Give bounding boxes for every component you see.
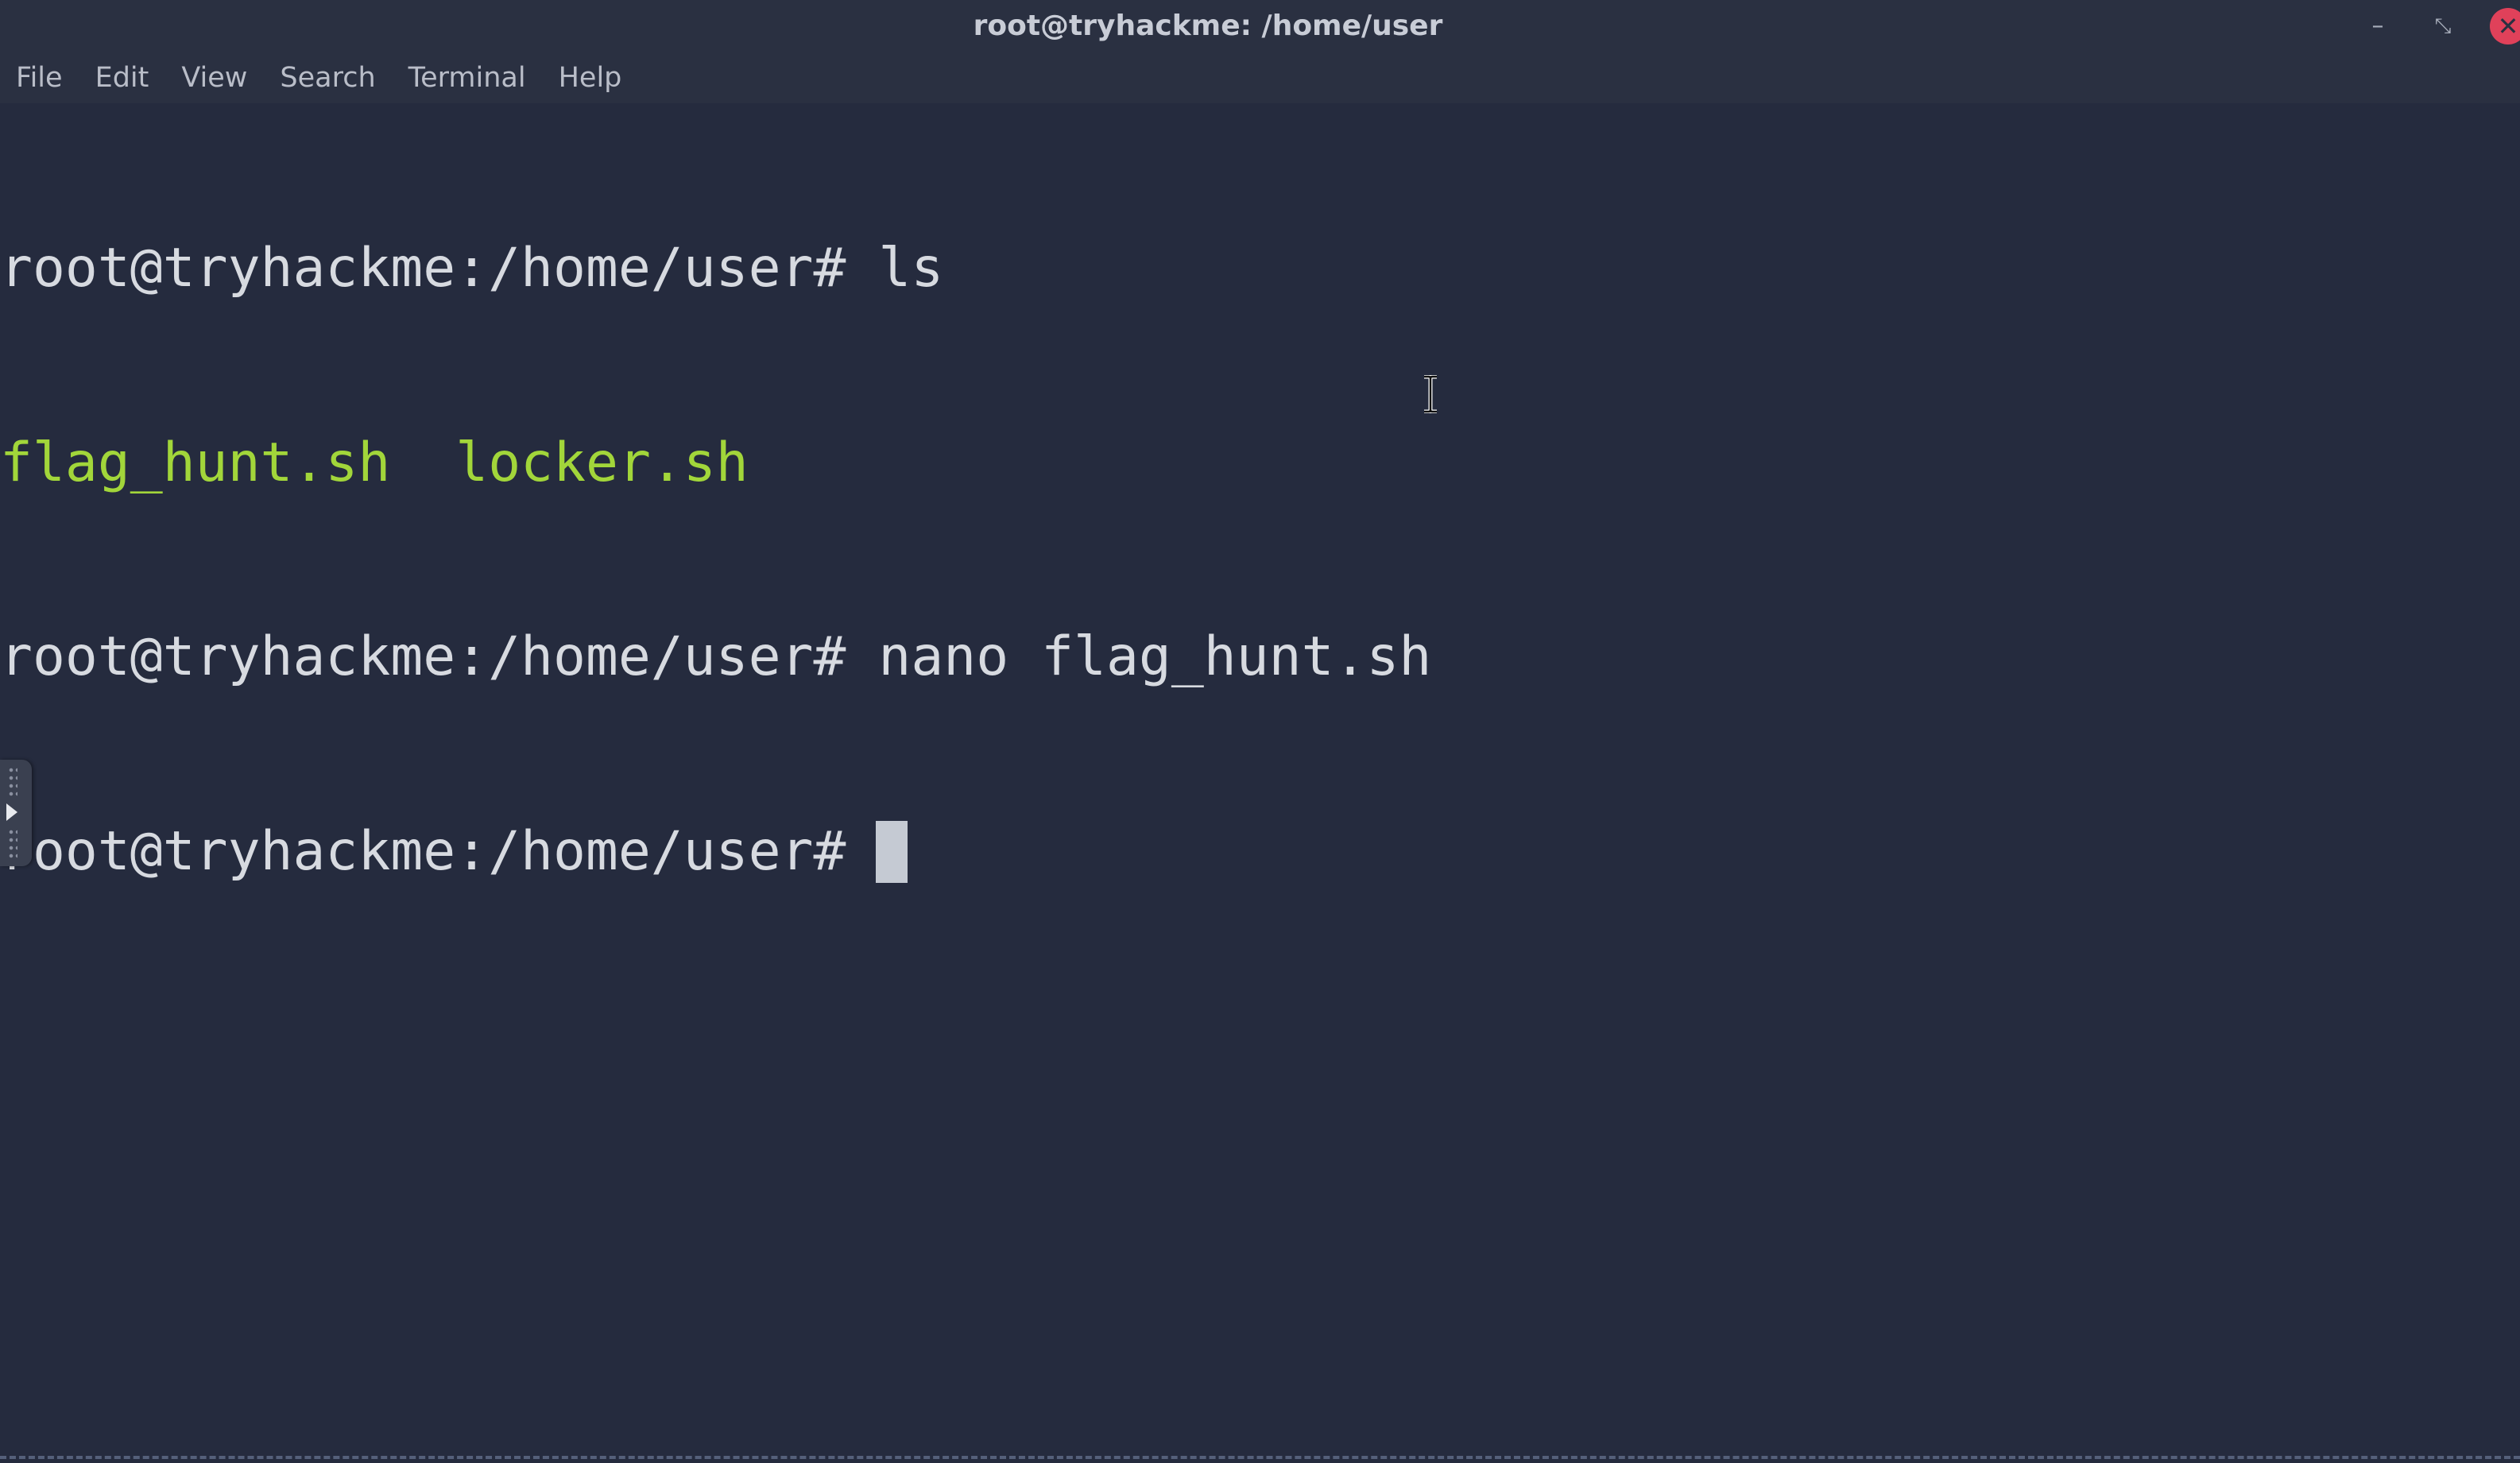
window-title: root@tryhackme: /home/user — [973, 10, 1443, 42]
text-ibeam-cursor-icon — [1424, 375, 1437, 413]
minimize-button[interactable]: – — [2356, 6, 2399, 46]
window-header: root@tryhackme: /home/user – ⤡ ✕ File Ed… — [0, 0, 2520, 103]
text-cursor — [876, 820, 908, 883]
menu-bar: File Edit View Search Terminal Help — [0, 56, 654, 100]
menu-search[interactable]: Search — [280, 56, 375, 100]
menu-view[interactable]: View — [181, 56, 247, 100]
terminal-line: root@tryhackme:/home/user# — [0, 819, 2520, 884]
expand-panel-arrow-icon — [6, 803, 17, 821]
shell-prompt: root@tryhackme:/home/user# — [0, 625, 846, 688]
maximize-button[interactable]: ⤡ — [2421, 6, 2464, 46]
menu-terminal[interactable]: Terminal — [408, 56, 526, 100]
terminal-line: flag_hunt.sh locker.sh — [0, 431, 2520, 496]
menu-edit[interactable]: Edit — [95, 56, 149, 100]
shell-command: nano flag_hunt.sh — [846, 625, 1432, 688]
file-entry: locker.sh — [455, 431, 749, 494]
menu-file[interactable]: File — [16, 56, 63, 100]
grip-dots-icon — [8, 766, 17, 798]
grip-dots-icon — [8, 828, 17, 860]
title-bar[interactable]: root@tryhackme: /home/user – ⤡ ✕ — [0, 0, 2520, 56]
close-button[interactable]: ✕ — [2490, 8, 2520, 45]
file-entry: flag_hunt.sh — [0, 431, 391, 494]
terminal-output[interactable]: root@tryhackme:/home/user# ls flag_hunt.… — [0, 106, 2520, 1457]
terminal-window: root@tryhackme: /home/user – ⤡ ✕ File Ed… — [0, 0, 2520, 1463]
side-panel-handle[interactable] — [0, 760, 32, 866]
shell-prompt: root@tryhackme:/home/user# — [0, 819, 846, 883]
terminal-line: root@tryhackme:/home/user# nano flag_hun… — [0, 625, 2520, 690]
shell-command: ls — [846, 237, 944, 300]
bottom-divider — [0, 1456, 2520, 1459]
terminal-line: root@tryhackme:/home/user# ls — [0, 236, 2520, 301]
menu-help[interactable]: Help — [559, 56, 622, 100]
shell-prompt: root@tryhackme:/home/user# — [0, 237, 846, 300]
